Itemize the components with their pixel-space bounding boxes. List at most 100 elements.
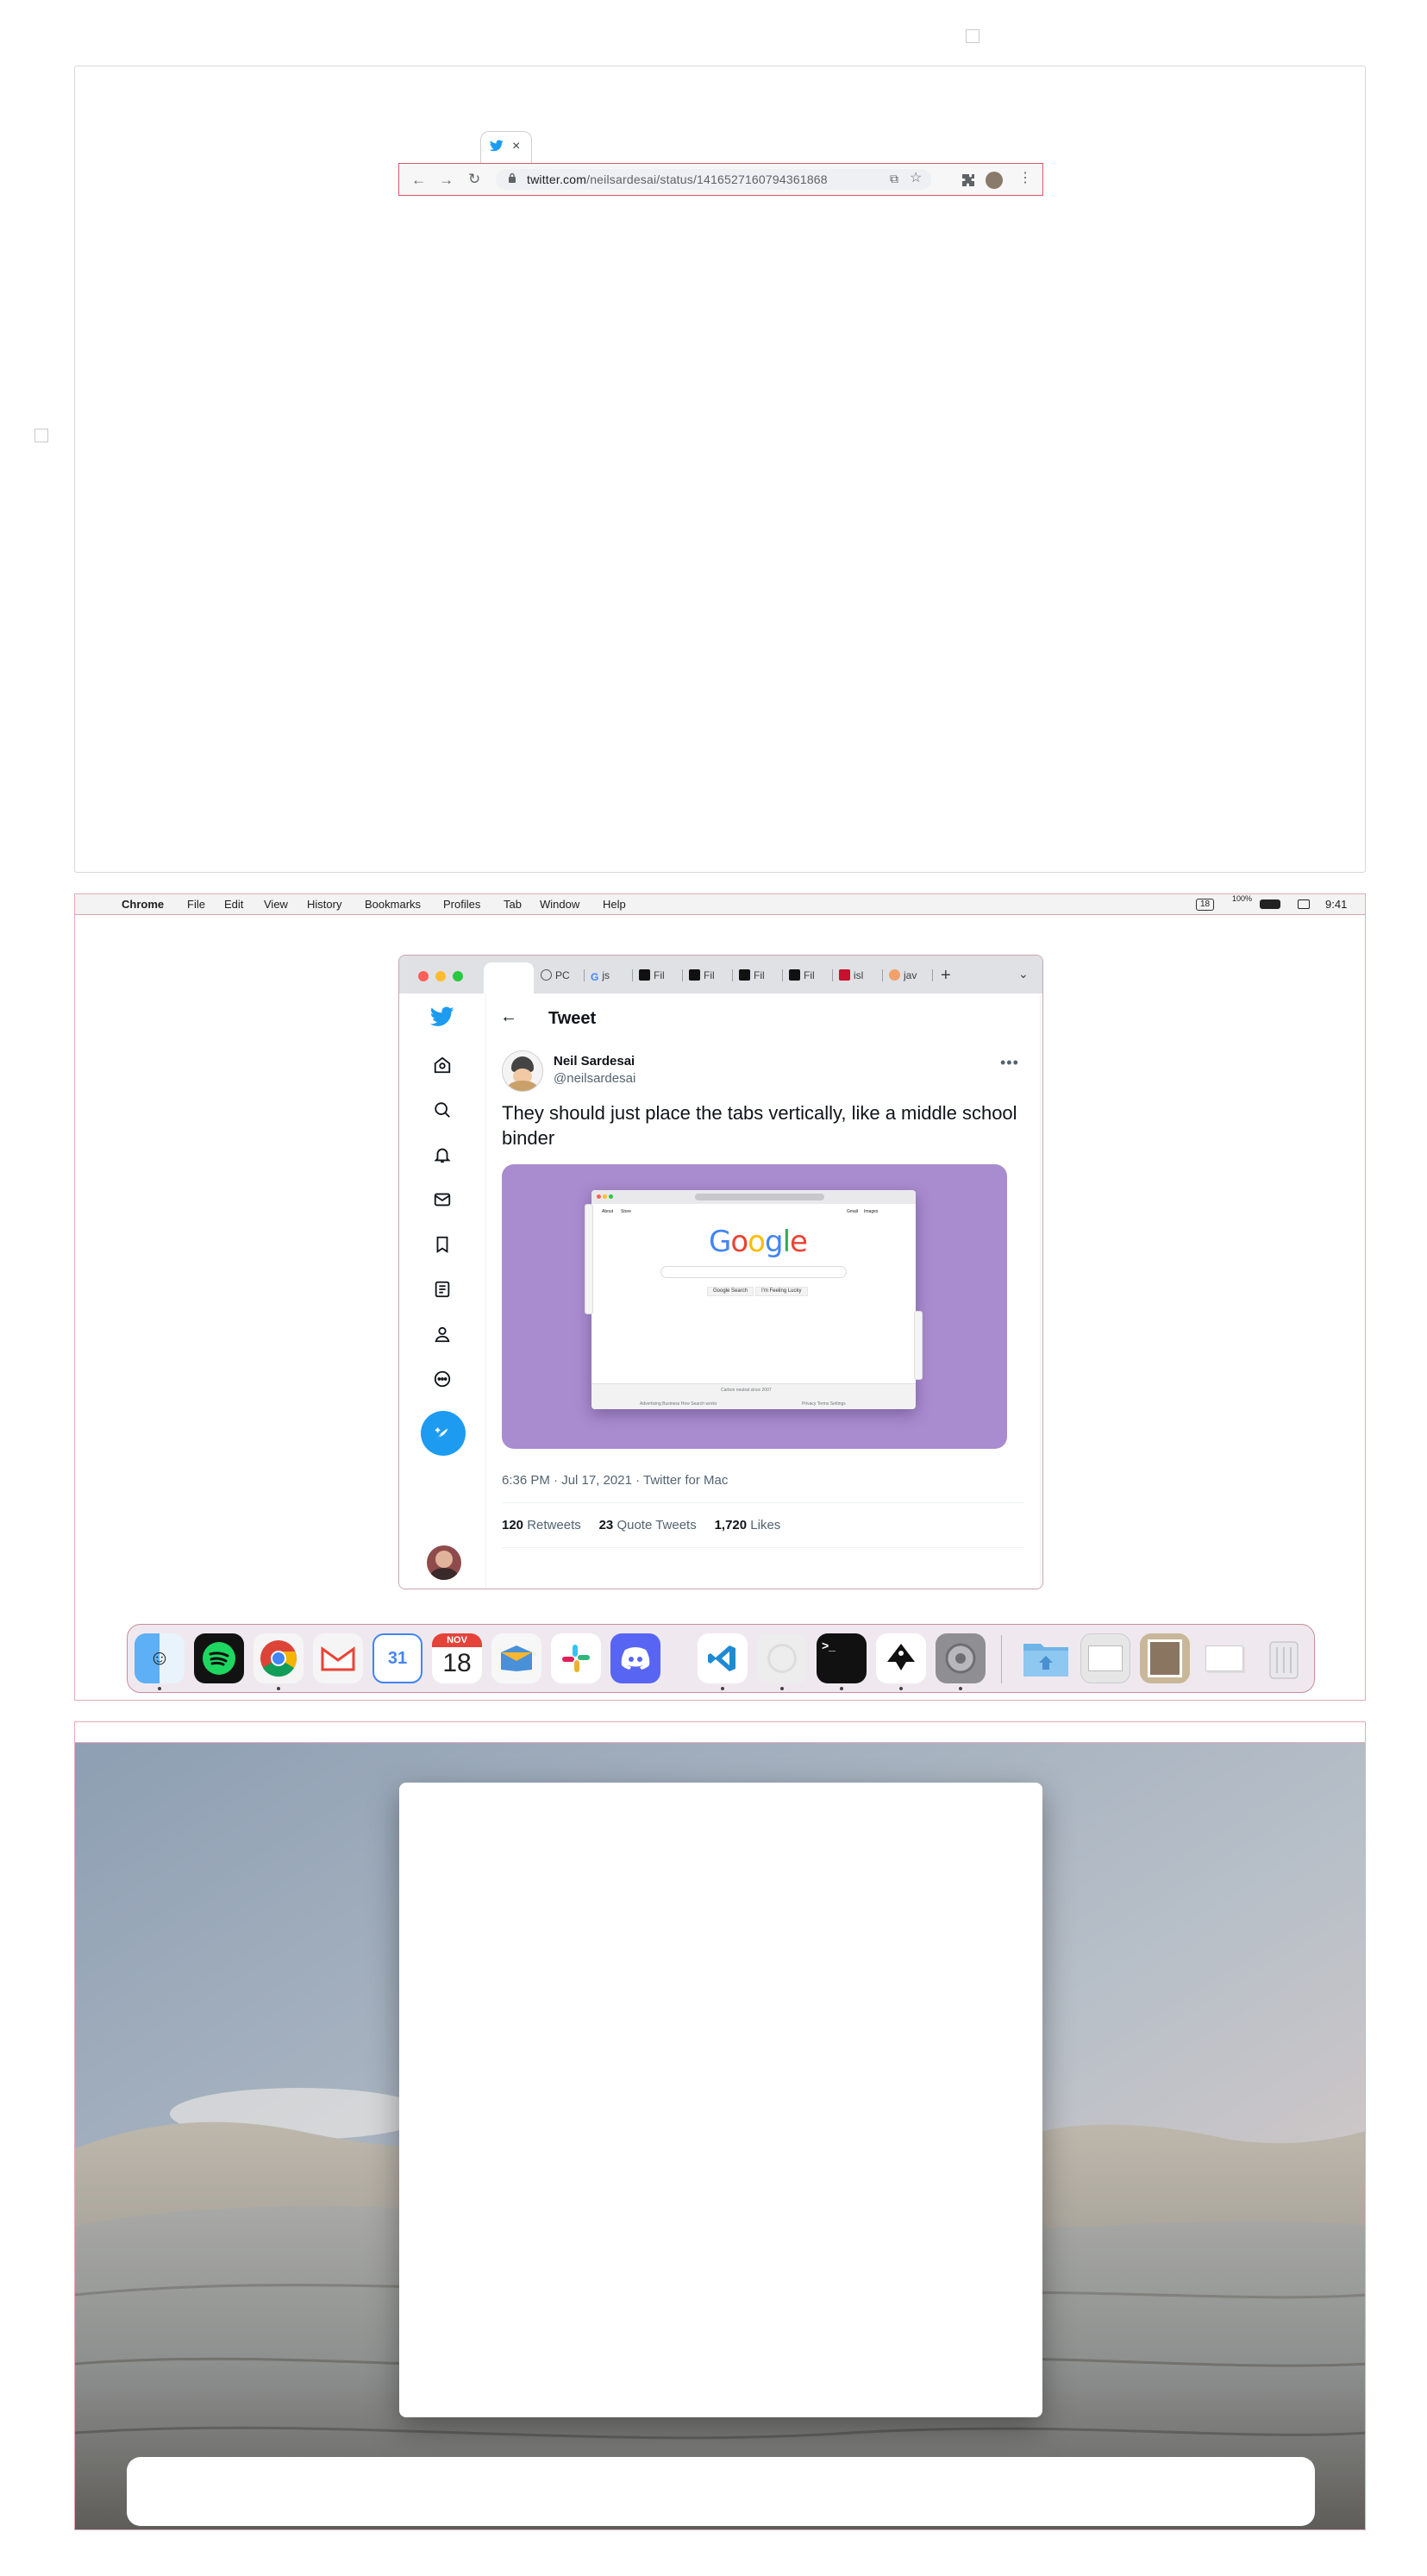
search-icon[interactable] bbox=[429, 1097, 455, 1123]
divider bbox=[502, 1547, 1024, 1548]
tab-item[interactable]: PC bbox=[541, 969, 570, 981]
figma-icon bbox=[639, 969, 650, 981]
control-center-icon[interactable] bbox=[1298, 899, 1310, 909]
messages-envelope-icon[interactable] bbox=[429, 1187, 455, 1213]
menu-edit[interactable]: Edit bbox=[224, 898, 243, 911]
calendar-status-badge[interactable]: 18 bbox=[1196, 899, 1215, 911]
menu-view[interactable]: View bbox=[264, 898, 288, 911]
tab-item[interactable]: isl bbox=[839, 969, 863, 981]
quote-tweets-count: 23 bbox=[598, 1518, 614, 1532]
slack-icon[interactable] bbox=[551, 1633, 601, 1683]
quote-tweets-stat[interactable]: 23 Quote Tweets bbox=[599, 1518, 697, 1532]
discord-icon[interactable] bbox=[610, 1633, 660, 1683]
desktop-screenshot: Chrome File Edit View History Bookmarks … bbox=[74, 893, 1366, 1701]
spotify-icon[interactable] bbox=[194, 1633, 244, 1683]
twitter-logo-icon[interactable] bbox=[429, 1004, 455, 1030]
menu-bookmarks[interactable]: Bookmarks bbox=[365, 898, 421, 911]
chrome-icon[interactable] bbox=[253, 1633, 304, 1683]
twitter-icon bbox=[489, 140, 504, 156]
menu-profiles[interactable]: Profiles bbox=[443, 898, 480, 911]
tab-label: Fil bbox=[754, 969, 765, 981]
inkscape-icon[interactable] bbox=[876, 1633, 926, 1683]
forward-icon[interactable]: → bbox=[439, 172, 454, 187]
tab-item[interactable]: Fil bbox=[789, 969, 815, 981]
lists-icon[interactable] bbox=[429, 1276, 455, 1302]
disabled-app-icon[interactable] bbox=[757, 1633, 807, 1683]
google-calendar-icon[interactable]: 31 bbox=[372, 1633, 422, 1683]
back-icon[interactable]: ← bbox=[411, 172, 426, 187]
menu-history[interactable]: History bbox=[307, 898, 341, 911]
menu-tab[interactable]: Tab bbox=[504, 898, 522, 911]
chrome-menu-icon[interactable]: ⋮ bbox=[1018, 172, 1032, 185]
battery-icon[interactable] bbox=[1260, 899, 1280, 909]
tab-search-chevron-icon[interactable]: ⌄ bbox=[1018, 967, 1029, 981]
reload-icon[interactable]: ↻ bbox=[468, 172, 480, 186]
author-handle[interactable]: @neilsardesai bbox=[554, 1071, 635, 1086]
tab-label: jav bbox=[904, 969, 917, 981]
profile-icon[interactable] bbox=[429, 1321, 455, 1347]
tab-active-twitter[interactable] bbox=[484, 962, 534, 993]
account-avatar[interactable] bbox=[427, 1545, 461, 1580]
figma-icon bbox=[739, 969, 750, 981]
calendar-day: 18 bbox=[442, 1649, 472, 1677]
tab-item[interactable]: Gjs bbox=[591, 969, 610, 983]
profile-avatar[interactable] bbox=[986, 172, 1003, 189]
tweet-media-image[interactable]: About Store Gmail Images Google Google S… bbox=[502, 1164, 1007, 1449]
close-window-button[interactable] bbox=[418, 971, 429, 981]
downloads-stack-icon[interactable] bbox=[1140, 1633, 1190, 1683]
gmail-icon[interactable] bbox=[313, 1633, 363, 1683]
applications-folder-icon[interactable] bbox=[1021, 1633, 1071, 1683]
minimize-window-button[interactable] bbox=[435, 971, 446, 981]
open-in-app-icon[interactable]: ⧉ bbox=[890, 172, 898, 185]
back-arrow-icon[interactable]: ← bbox=[500, 1007, 517, 1027]
tab-separator bbox=[832, 969, 833, 981]
retweets-stat[interactable]: 120 Retweets bbox=[502, 1518, 581, 1532]
bookmark-star-icon[interactable]: ☆ bbox=[910, 172, 922, 185]
system-preferences-icon[interactable] bbox=[936, 1633, 986, 1683]
more-options-icon[interactable] bbox=[429, 1366, 455, 1392]
menu-window[interactable]: Window bbox=[540, 898, 579, 911]
menu-help[interactable]: Help bbox=[603, 898, 626, 911]
documents-stack-icon[interactable] bbox=[1080, 1633, 1130, 1683]
tab-item[interactable]: jav bbox=[889, 969, 917, 981]
airmail-icon[interactable] bbox=[491, 1633, 541, 1683]
address-bar[interactable]: twitter.com/neilsardesai/status/14165271… bbox=[496, 169, 931, 190]
compose-tweet-button[interactable] bbox=[421, 1411, 466, 1456]
finder-icon[interactable]: ☺ bbox=[135, 1633, 185, 1683]
terminal-icon[interactable]: >_ bbox=[817, 1633, 867, 1683]
tab-close-icon[interactable]: × bbox=[512, 139, 520, 154]
embedded-toolbar bbox=[591, 1190, 916, 1204]
tab-item[interactable]: Fil bbox=[639, 969, 665, 981]
blank-menubar-strip bbox=[75, 1722, 1365, 1743]
tab-item[interactable]: Fil bbox=[739, 969, 765, 981]
embedded-search-button: Google Search bbox=[707, 1287, 754, 1296]
screenshots-stack-icon[interactable] bbox=[1199, 1633, 1249, 1683]
menubar-clock[interactable]: 9:41 bbox=[1325, 898, 1347, 911]
zoom-window-button[interactable] bbox=[453, 971, 463, 981]
blank-dock bbox=[127, 2457, 1315, 2526]
trash-icon[interactable] bbox=[1259, 1633, 1309, 1683]
likes-stat[interactable]: 1,720 Likes bbox=[715, 1518, 781, 1532]
url-host: twitter.com bbox=[527, 172, 587, 186]
likes-label: Likes bbox=[750, 1518, 781, 1532]
window-frame-blank: × ← → ↻ twitter.com/neilsardesai/status/… bbox=[74, 66, 1366, 873]
tweet-timestamp[interactable]: 6:36 PM · Jul 17, 2021 · Twitter for Mac bbox=[502, 1473, 728, 1488]
retweets-count: 120 bbox=[502, 1518, 524, 1532]
new-tab-icon[interactable]: + bbox=[941, 966, 951, 986]
browser-tab-twitter[interactable]: × bbox=[480, 131, 532, 164]
tweet-header: ← Tweet bbox=[486, 993, 1040, 1042]
menu-file[interactable]: File bbox=[187, 898, 205, 911]
author-avatar[interactable] bbox=[502, 1050, 543, 1092]
extensions-icon[interactable] bbox=[961, 173, 975, 191]
explore-hashtag-icon[interactable] bbox=[429, 1052, 455, 1078]
author-name[interactable]: Neil Sardesai bbox=[554, 1054, 635, 1069]
menu-app-name[interactable]: Chrome bbox=[122, 898, 164, 911]
calendar-icon[interactable]: NOV 18 bbox=[432, 1633, 482, 1683]
notifications-bell-icon[interactable] bbox=[429, 1142, 455, 1168]
tweet-more-icon[interactable]: ••• bbox=[1000, 1054, 1019, 1072]
tab-label: Fil bbox=[804, 969, 815, 981]
tab-item[interactable]: Fil bbox=[689, 969, 715, 981]
bookmarks-icon[interactable] bbox=[429, 1232, 455, 1257]
vscode-icon[interactable] bbox=[698, 1633, 748, 1683]
battery-percent: 100% bbox=[1232, 894, 1253, 903]
